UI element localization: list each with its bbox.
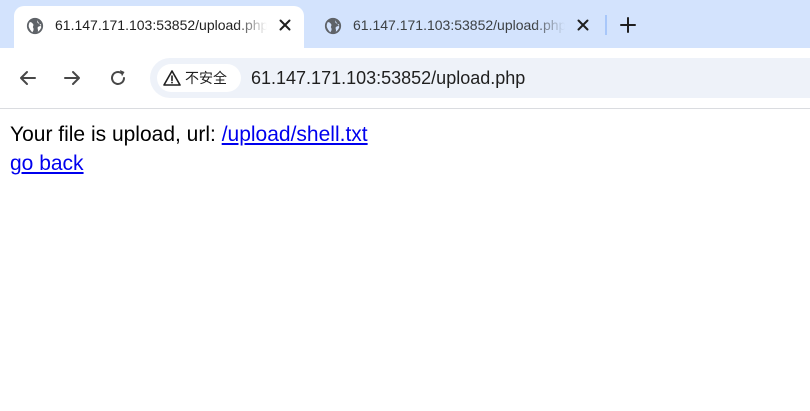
upload-message-text: Your file is upload, url:: [10, 123, 222, 146]
globe-icon: [26, 17, 44, 35]
globe-icon: [324, 17, 342, 35]
address-bar[interactable]: 不安全 61.147.171.103:53852/upload.php: [150, 58, 810, 98]
uploaded-file-link[interactable]: /upload/shell.txt: [222, 123, 368, 146]
close-tab-icon[interactable]: [574, 16, 592, 34]
url-text[interactable]: 61.147.171.103:53852/upload.php: [251, 58, 525, 98]
plus-icon[interactable]: [617, 14, 639, 36]
arrow-left-icon[interactable]: [17, 67, 39, 89]
warning-icon: [163, 70, 181, 86]
upload-message: Your file is upload, url: /upload/shell.…: [10, 120, 368, 149]
security-chip[interactable]: 不安全: [157, 64, 241, 92]
tab-inactive[interactable]: 61.147.171.103:53852/upload.php: [312, 6, 602, 48]
tab-divider: [605, 15, 607, 35]
tab-active[interactable]: 61.147.171.103:53852/upload.php: [14, 6, 304, 48]
arrow-right-icon[interactable]: [61, 67, 83, 89]
go-back-link[interactable]: go back: [10, 152, 84, 175]
browser-toolbar: 不安全 61.147.171.103:53852/upload.php: [0, 48, 810, 109]
reload-icon[interactable]: [107, 67, 129, 89]
security-label: 不安全: [185, 71, 227, 87]
tab-strip: 61.147.171.103:53852/upload.php 61.147.1…: [0, 0, 810, 48]
tab-title: 61.147.171.103:53852/upload.php: [353, 17, 565, 33]
tab-title: 61.147.171.103:53852/upload.php: [55, 17, 267, 33]
page-content: Your file is upload, url: /upload/shell.…: [10, 120, 368, 178]
close-tab-icon[interactable]: [276, 16, 294, 34]
